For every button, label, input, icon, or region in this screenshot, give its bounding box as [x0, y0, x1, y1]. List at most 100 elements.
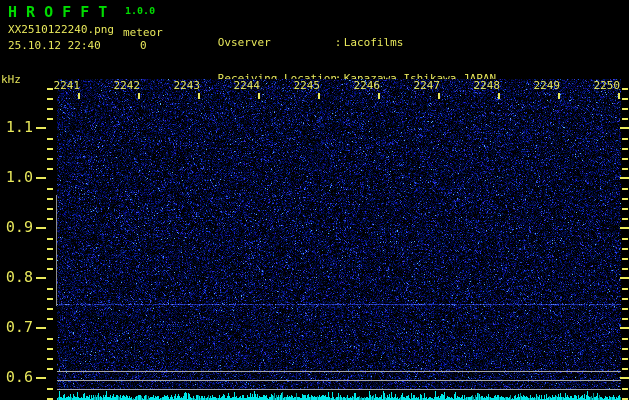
freq-tick-label: 0.9 — [5, 218, 33, 236]
freq-tick-label: 1.1 — [5, 118, 33, 136]
freq-minor-tick — [622, 238, 628, 240]
freq-minor-tick — [47, 238, 53, 240]
output-filename: XX2510122240.png — [8, 23, 114, 36]
freq-tick-label: 0.7 — [5, 318, 33, 336]
freq-minor-tick — [622, 368, 628, 370]
signal-level-trace — [57, 390, 621, 400]
spectrogram — [57, 79, 621, 390]
time-tick — [438, 93, 440, 99]
freq-major-tick — [620, 277, 629, 279]
freq-minor-tick — [622, 358, 628, 360]
freq-minor-tick — [47, 318, 53, 320]
freq-minor-tick — [47, 368, 53, 370]
freq-major-tick — [620, 377, 629, 379]
freq-major-tick — [620, 227, 629, 229]
time-tick — [618, 93, 620, 99]
frequency-unit-label: kHz — [1, 73, 21, 86]
freq-minor-tick — [622, 148, 628, 150]
info-label: Ovserver — [217, 36, 271, 49]
freq-major-tick — [36, 377, 46, 379]
freq-minor-tick — [622, 158, 628, 160]
reference-line — [57, 371, 621, 372]
time-tick-label: 2242 — [113, 79, 141, 92]
freq-minor-tick — [622, 138, 628, 140]
freq-minor-tick — [47, 108, 53, 110]
freq-minor-tick — [622, 298, 628, 300]
frame-timestamp: 25.10.12 22:40 — [8, 39, 101, 52]
reference-line — [57, 380, 621, 381]
freq-minor-tick — [622, 208, 628, 210]
time-tick-label: 2247 — [413, 79, 441, 92]
info-separator: : — [334, 36, 342, 49]
freq-minor-tick — [47, 158, 53, 160]
freq-minor-tick — [47, 358, 53, 360]
freq-minor-tick — [622, 288, 628, 290]
freq-major-tick — [36, 177, 46, 179]
time-tick — [558, 93, 560, 99]
reference-line — [57, 389, 621, 390]
freq-minor-tick — [47, 268, 53, 270]
freq-minor-tick — [47, 348, 53, 350]
freq-tick-label: 0.6 — [5, 368, 33, 386]
freq-major-tick — [620, 327, 629, 329]
freq-minor-tick — [622, 168, 628, 170]
app-title: H R O F F T — [8, 3, 108, 21]
freq-major-tick — [36, 227, 46, 229]
mode-label: meteor — [123, 26, 163, 39]
time-tick-label: 2244 — [233, 79, 261, 92]
info-row-location: Receiving Location:Kanazawa Ishikawa,JAP… — [178, 61, 496, 85]
time-tick-label: 2248 — [473, 79, 501, 92]
freq-minor-tick — [47, 388, 53, 390]
freq-minor-tick — [622, 118, 628, 120]
freq-minor-tick — [622, 108, 628, 110]
freq-minor-tick — [47, 308, 53, 310]
time-tick-label: 2243 — [173, 79, 201, 92]
freq-minor-tick — [622, 388, 628, 390]
freq-minor-tick — [622, 258, 628, 260]
freq-minor-tick — [622, 318, 628, 320]
time-tick-label: 2241 — [53, 79, 81, 92]
freq-tick-label: 1.0 — [5, 168, 33, 186]
freq-minor-tick — [47, 88, 53, 90]
freq-minor-tick — [47, 298, 53, 300]
time-tick — [498, 93, 500, 99]
freq-minor-tick — [47, 208, 53, 210]
freq-minor-tick — [622, 248, 628, 250]
freq-minor-tick — [47, 218, 53, 220]
freq-minor-tick — [622, 338, 628, 340]
freq-minor-tick — [622, 268, 628, 270]
freq-major-tick — [620, 127, 629, 129]
freq-major-tick — [620, 177, 629, 179]
info-row-observer: Ovserver: Lacofilms — [178, 25, 496, 49]
freq-minor-tick — [47, 138, 53, 140]
freq-tick-label: 0.8 — [5, 268, 33, 286]
hrofft-screen: H R O F F T 1.0.0 XX2510122240.png meteo… — [0, 0, 629, 400]
freq-minor-tick — [47, 168, 53, 170]
freq-minor-tick — [622, 348, 628, 350]
freq-minor-tick — [622, 98, 628, 100]
app-version: 1.0.0 — [125, 6, 156, 17]
time-tick-label: 2249 — [533, 79, 561, 92]
meteor-count: 0 — [140, 39, 147, 52]
freq-minor-tick — [622, 88, 628, 90]
freq-minor-tick — [622, 198, 628, 200]
freq-minor-tick — [47, 198, 53, 200]
time-tick-label: 2250 — [593, 79, 621, 92]
freq-minor-tick — [622, 218, 628, 220]
time-tick — [138, 93, 140, 99]
time-tick — [198, 93, 200, 99]
time-tick — [258, 93, 260, 99]
freq-minor-tick — [622, 188, 628, 190]
time-tick-label: 2246 — [353, 79, 381, 92]
freq-minor-tick — [47, 148, 53, 150]
freq-minor-tick — [622, 308, 628, 310]
freq-minor-tick — [47, 188, 53, 190]
freq-major-tick — [36, 277, 46, 279]
freq-major-tick — [36, 327, 46, 329]
time-tick — [378, 93, 380, 99]
freq-major-tick — [36, 127, 46, 129]
time-tick — [78, 93, 80, 99]
left-edge-marker — [56, 195, 57, 306]
freq-minor-tick — [47, 288, 53, 290]
freq-minor-tick — [47, 338, 53, 340]
